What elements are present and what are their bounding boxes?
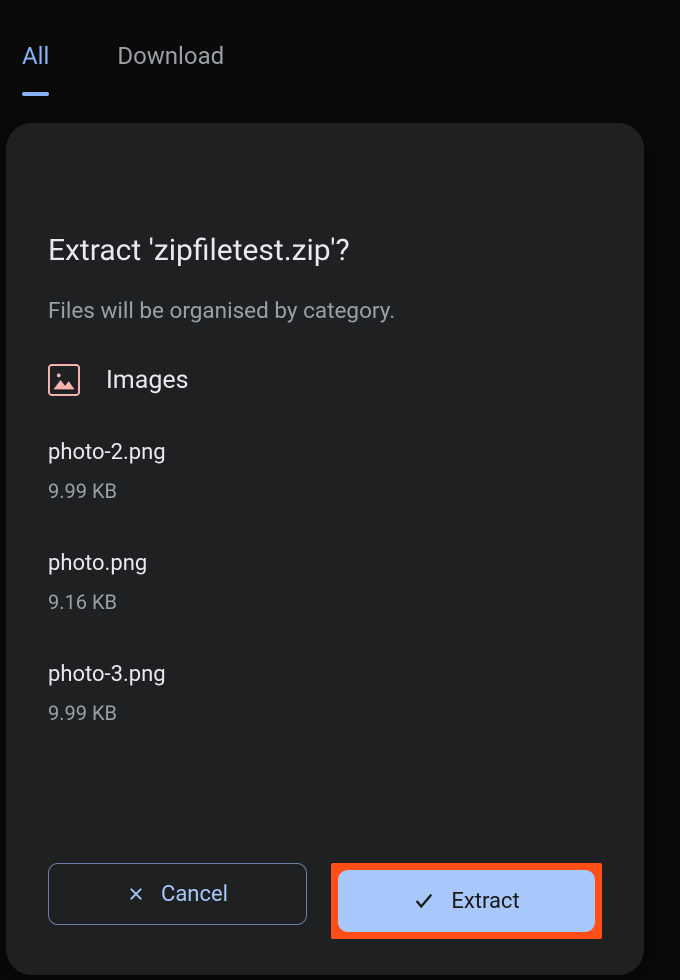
button-row: Cancel Extract (48, 863, 602, 939)
file-size: 9.16 KB (48, 590, 602, 614)
cancel-label: Cancel (161, 882, 228, 907)
extract-label: Extract (451, 889, 519, 914)
tabs-bar: All Download (0, 0, 680, 90)
file-list: photo-2.png 9.99 KB photo.png 9.16 KB ph… (48, 440, 602, 725)
file-size: 9.99 KB (48, 701, 602, 725)
extract-dialog: Extract 'zipfiletest.zip'? Files will be… (6, 123, 644, 975)
category-header: Images (48, 364, 602, 396)
tab-all[interactable]: All (22, 42, 49, 90)
dialog-title: Extract 'zipfiletest.zip'? (48, 233, 602, 268)
list-item: photo-2.png 9.99 KB (48, 440, 602, 503)
list-item: photo.png 9.16 KB (48, 551, 602, 614)
tab-download[interactable]: Download (117, 42, 224, 90)
file-name: photo.png (48, 551, 602, 576)
extract-button-highlight: Extract (331, 863, 602, 939)
file-name: photo-3.png (48, 662, 602, 687)
dialog-subtitle: Files will be organised by category. (48, 298, 602, 324)
list-item: photo-3.png 9.99 KB (48, 662, 602, 725)
check-icon (413, 890, 435, 912)
extract-button[interactable]: Extract (338, 870, 595, 932)
category-label: Images (106, 366, 189, 395)
file-size: 9.99 KB (48, 479, 602, 503)
cancel-button[interactable]: Cancel (48, 863, 307, 925)
close-icon (127, 885, 145, 903)
file-name: photo-2.png (48, 440, 602, 465)
image-icon (48, 364, 80, 396)
